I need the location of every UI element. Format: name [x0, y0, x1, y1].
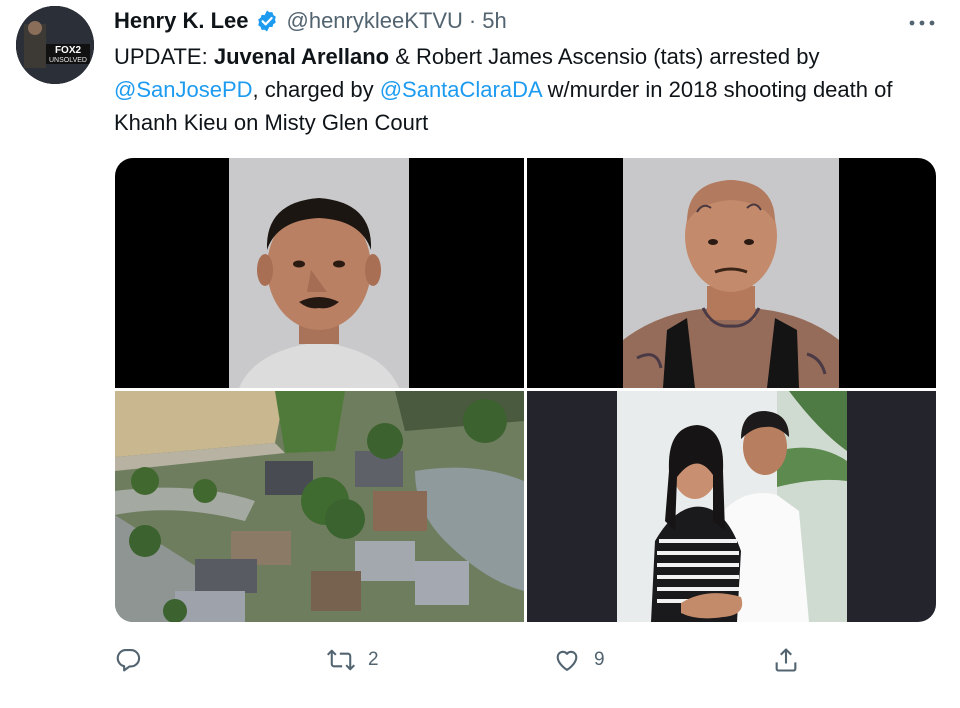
- tweet-actions: 2 9: [114, 640, 804, 680]
- tweet-text-bold-name: Juvenal Arellano: [213, 44, 390, 69]
- reply-icon: [114, 646, 142, 674]
- avatar-logo-text: FOX2: [55, 45, 82, 56]
- like-icon: [552, 646, 582, 674]
- like-button[interactable]: 9: [552, 640, 605, 680]
- tweet-text: UPDATE: Juvenal Arellano & Robert James …: [114, 40, 944, 139]
- tweet-text-part2: & Robert James Ascensio (tats) arrested …: [389, 44, 820, 69]
- mention-santaclarada-link[interactable]: @SantaClaraDA: [380, 77, 542, 102]
- tweet-text-prefix: UPDATE:: [114, 44, 214, 69]
- aerial-neighborhood-photo[interactable]: [115, 391, 524, 622]
- reply-button[interactable]: [114, 640, 154, 680]
- share-icon: [772, 646, 800, 674]
- display-name[interactable]: Henry K. Lee: [114, 8, 249, 34]
- mugshot-photo-1[interactable]: [115, 158, 524, 388]
- timestamp[interactable]: 5h: [482, 8, 506, 34]
- retweet-icon: [326, 646, 356, 674]
- retweet-count: 2: [368, 649, 379, 670]
- more-icon[interactable]: [904, 8, 940, 38]
- verified-badge-icon: [255, 9, 279, 33]
- handle[interactable]: @henrykleeKTVU: [287, 8, 463, 34]
- mention-sanjosepd-link[interactable]: @SanJosePD: [114, 77, 253, 102]
- tweet-header: Henry K. Lee @henrykleeKTVU · 5h: [114, 4, 507, 38]
- avatar[interactable]: FOX2 UNSOLVED: [16, 6, 94, 84]
- tweet-text-part3: , charged by: [252, 77, 380, 102]
- like-count: 9: [594, 649, 605, 670]
- retweet-button[interactable]: 2: [326, 640, 379, 680]
- media-grid: [115, 158, 936, 622]
- couple-photo[interactable]: [527, 391, 936, 622]
- separator-dot: ·: [468, 8, 477, 33]
- share-button[interactable]: [772, 640, 800, 680]
- mugshot-photo-2[interactable]: [527, 158, 936, 388]
- avatar-logo-subtext: UNSOLVED: [49, 57, 87, 64]
